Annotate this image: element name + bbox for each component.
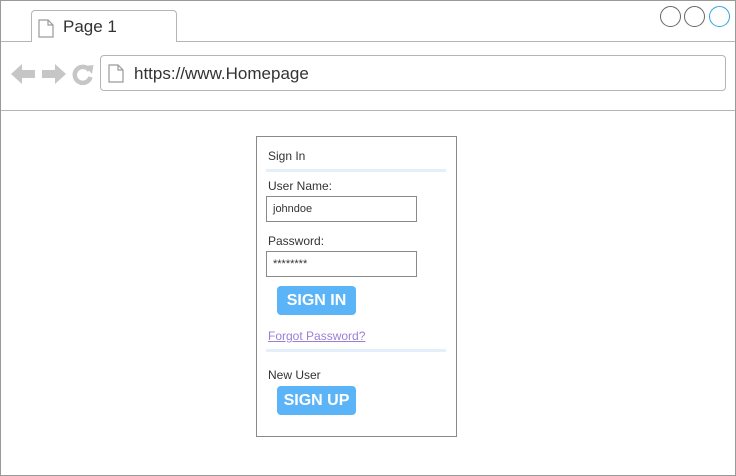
signup-button[interactable]: SIGN UP (277, 386, 356, 415)
forward-arrow-icon[interactable] (41, 64, 66, 89)
username-input[interactable]: johndoe (266, 196, 417, 222)
tab-label: Page 1 (63, 17, 117, 36)
page-icon (108, 64, 124, 88)
divider (266, 349, 446, 352)
password-value: ******** (273, 258, 308, 270)
signin-button[interactable]: SIGN IN (277, 286, 356, 315)
back-arrow-icon[interactable] (11, 64, 36, 89)
minimize-circle-icon[interactable] (660, 6, 681, 27)
username-value: johndoe (273, 203, 313, 215)
tab-strip: Page 1 (1, 1, 735, 42)
address-bar[interactable]: https://www.Homepage (100, 55, 726, 91)
password-label: Password: (268, 234, 325, 248)
forgot-password-link[interactable]: Forgot Password? (268, 329, 365, 343)
browser-window: Page 1 https://www.Homepage Sign In User… (0, 0, 736, 476)
maximize-circle-icon[interactable] (684, 6, 705, 27)
signin-heading: Sign In (268, 149, 306, 163)
browser-toolbar: https://www.Homepage (1, 41, 735, 111)
url-text[interactable]: https://www.Homepage (134, 64, 309, 84)
signin-panel: Sign In User Name: johndoe Password: ***… (256, 136, 457, 437)
password-input[interactable]: ******** (266, 251, 417, 277)
tab-page-1[interactable]: Page 1 (31, 10, 177, 42)
new-user-label: New User (268, 368, 321, 382)
close-circle-icon[interactable] (709, 6, 730, 27)
divider (266, 169, 446, 172)
page-icon (38, 19, 54, 43)
username-label: User Name: (268, 179, 333, 193)
reload-icon[interactable] (72, 64, 94, 90)
